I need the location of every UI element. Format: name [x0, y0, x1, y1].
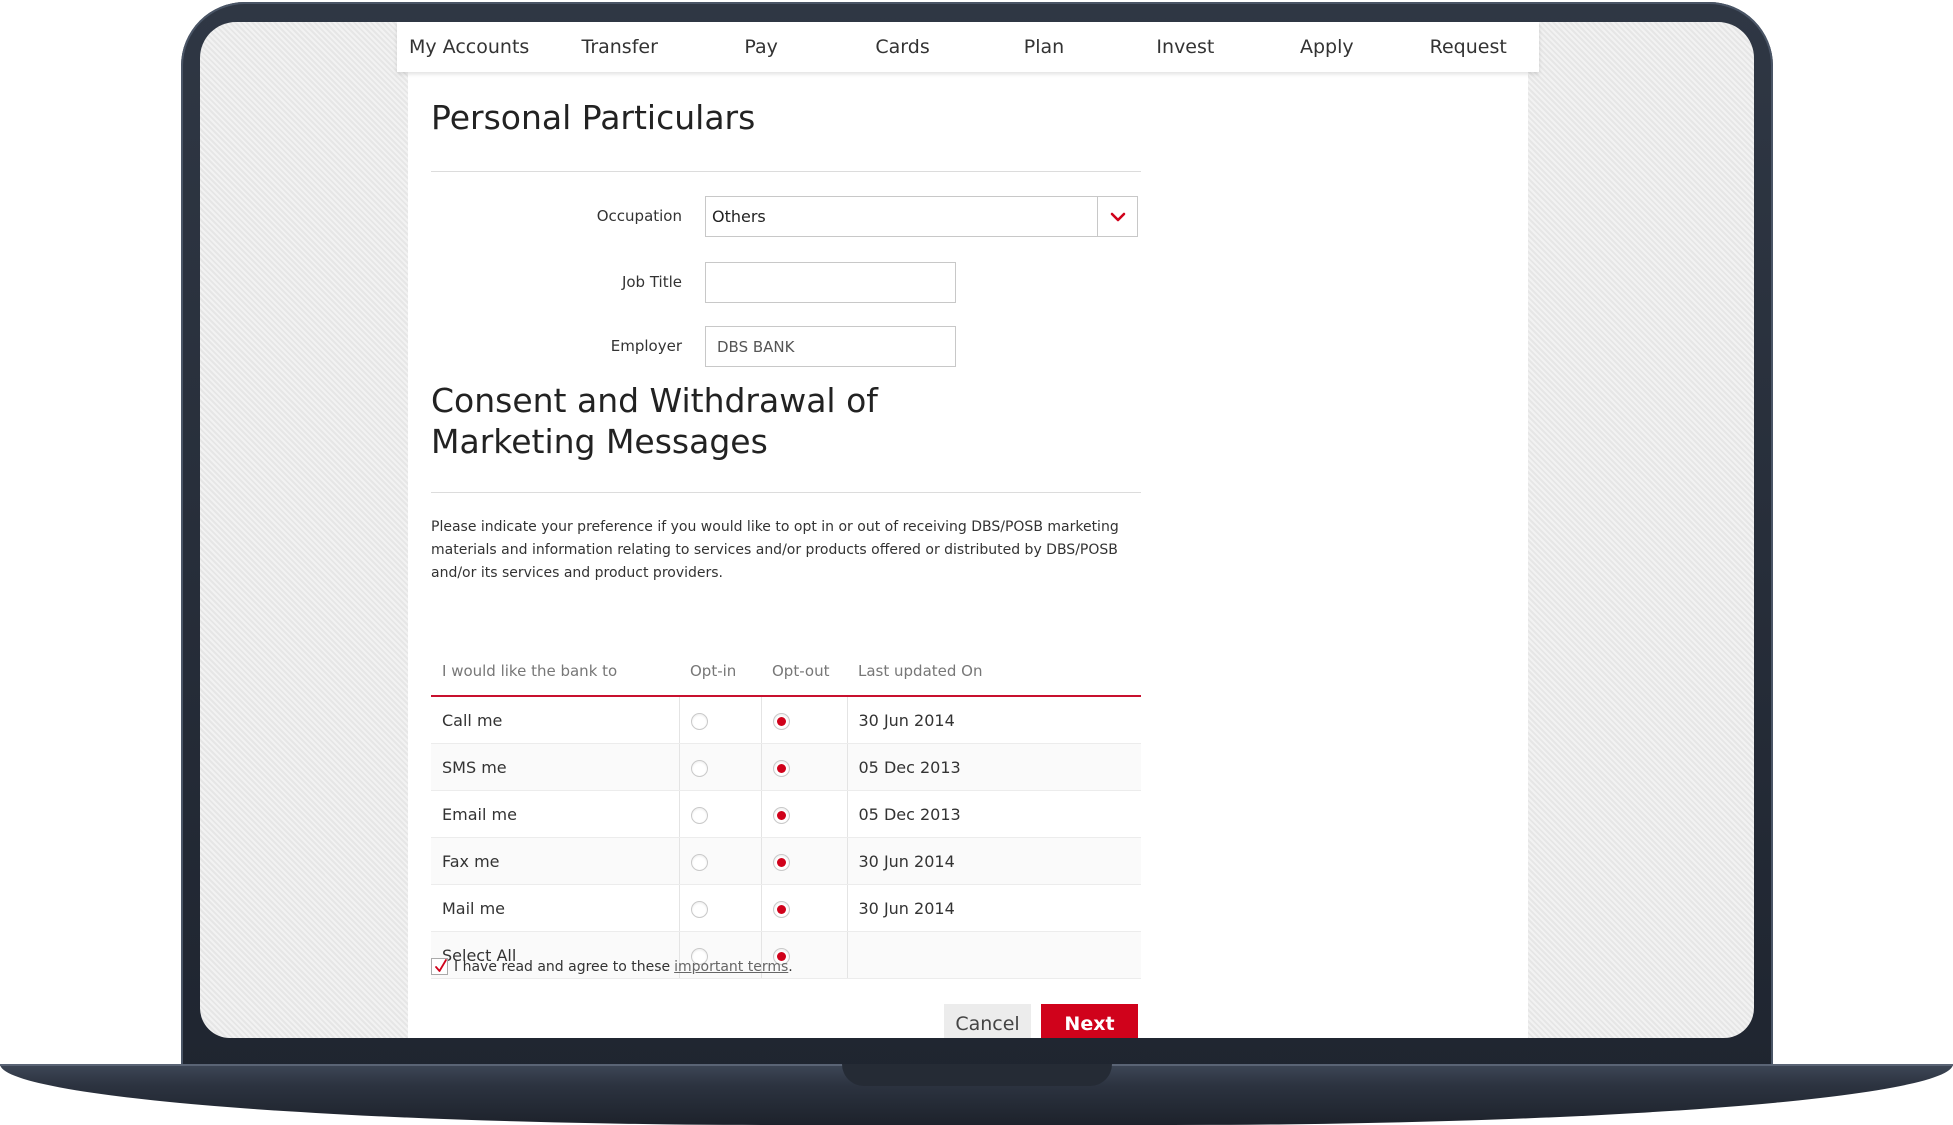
employer-input[interactable] — [705, 326, 956, 367]
chevron-down-icon[interactable] — [1097, 197, 1137, 236]
last-updated-date: 30 Jun 2014 — [846, 696, 1141, 744]
agree-text: I have read and agree to these — [454, 958, 671, 975]
nav-my-accounts[interactable]: My Accounts — [397, 22, 549, 72]
last-updated-date: 05 Dec 2013 — [846, 743, 1141, 791]
opt-out-radio[interactable] — [772, 900, 790, 918]
last-updated-date: 05 Dec 2013 — [846, 790, 1141, 838]
column-header-opt-out: Opt-out — [761, 646, 847, 697]
table-row: Fax me 30 Jun 2014 — [431, 837, 1141, 885]
opt-in-radio[interactable] — [690, 712, 708, 730]
opt-in-cell — [678, 790, 761, 838]
column-header-last-updated: Last updated On — [847, 646, 1141, 697]
nav-cards[interactable]: Cards — [832, 22, 973, 72]
top-nav: My Accounts Transfer Pay Cards Plan Inve… — [397, 22, 1539, 72]
nav-apply[interactable]: Apply — [1256, 22, 1397, 72]
last-updated-date: 30 Jun 2014 — [846, 837, 1141, 885]
job-title-input[interactable] — [705, 262, 956, 303]
occupation-value: Others — [712, 207, 766, 226]
nav-plan[interactable]: Plan — [973, 22, 1114, 72]
next-button[interactable]: Next — [1041, 1004, 1138, 1038]
opt-out-radio[interactable] — [772, 853, 790, 871]
laptop-notch — [842, 1064, 1112, 1086]
last-updated-date — [846, 931, 1141, 979]
check-icon — [435, 959, 447, 972]
preference-label: Fax me — [431, 837, 679, 885]
opt-in-cell — [678, 837, 761, 885]
opt-out-radio[interactable] — [772, 759, 790, 777]
table-body: Call me 30 Jun 2014 SMS me 05 Dec 2013 Email… — [431, 696, 1141, 979]
nav-pay[interactable]: Pay — [690, 22, 831, 72]
table-row: Call me 30 Jun 2014 — [431, 696, 1141, 744]
opt-in-radio[interactable] — [690, 806, 708, 824]
opt-out-radio[interactable] — [772, 806, 790, 824]
preference-label: Email me — [431, 790, 679, 838]
divider — [431, 492, 1141, 493]
important-terms-link[interactable]: important terms — [674, 959, 788, 975]
occupation-label: Occupation — [596, 207, 682, 225]
opt-out-cell — [760, 884, 847, 932]
personal-particulars-title: Personal Particulars — [431, 98, 756, 137]
agree-suffix: . — [788, 958, 793, 975]
laptop-screen: My Accounts Transfer Pay Cards Plan Inve… — [200, 22, 1754, 1038]
preference-label: Mail me — [431, 884, 679, 932]
opt-in-radio[interactable] — [690, 759, 708, 777]
nav-invest[interactable]: Invest — [1115, 22, 1256, 72]
table-row: SMS me 05 Dec 2013 — [431, 743, 1141, 791]
opt-out-cell — [760, 837, 847, 885]
nav-request[interactable]: Request — [1398, 22, 1539, 72]
opt-in-cell — [678, 696, 761, 744]
marketing-preferences-table: I would like the bank to Opt-in Opt-out … — [431, 646, 1141, 979]
consent-title: Consent and Withdrawal of Marketing Mess… — [431, 381, 878, 461]
main-panel: Personal Particulars Occupation Others J… — [408, 72, 1528, 1038]
employer-label: Employer — [610, 337, 682, 355]
job-title-label: Job Title — [621, 273, 682, 291]
table-header-row: I would like the bank to Opt-in Opt-out … — [431, 646, 1141, 697]
preference-label: Call me — [431, 696, 679, 744]
occupation-select[interactable]: Others — [705, 196, 1138, 237]
last-updated-date: 30 Jun 2014 — [846, 884, 1141, 932]
agree-checkbox[interactable] — [431, 958, 448, 975]
column-header-opt-in: Opt-in — [679, 646, 761, 697]
cancel-button[interactable]: Cancel — [944, 1004, 1031, 1038]
opt-out-radio[interactable] — [772, 712, 790, 730]
column-header-channel: I would like the bank to — [431, 646, 679, 697]
divider — [431, 171, 1141, 172]
opt-in-cell — [678, 743, 761, 791]
nav-transfer[interactable]: Transfer — [549, 22, 690, 72]
terms-agreement: I have read and agree to these important… — [431, 958, 793, 975]
opt-out-cell — [760, 696, 847, 744]
opt-out-cell — [760, 790, 847, 838]
opt-in-radio[interactable] — [690, 900, 708, 918]
opt-in-radio[interactable] — [690, 853, 708, 871]
consent-description: Please indicate your preference if you w… — [431, 519, 1119, 581]
opt-in-cell — [678, 884, 761, 932]
table-row: Mail me 30 Jun 2014 — [431, 884, 1141, 932]
opt-out-cell — [760, 743, 847, 791]
table-row: Email me 05 Dec 2013 — [431, 790, 1141, 838]
preference-label: SMS me — [431, 743, 679, 791]
